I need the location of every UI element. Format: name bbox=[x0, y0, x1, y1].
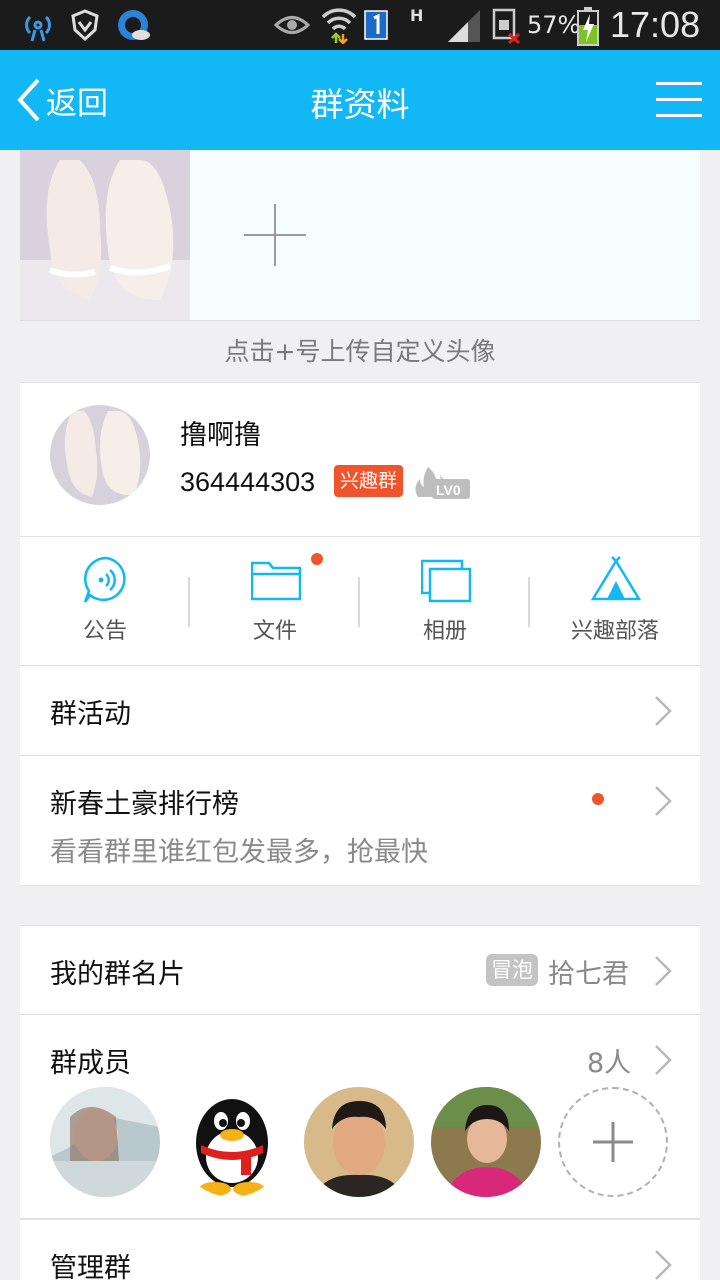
member-photo-woman bbox=[431, 1087, 541, 1197]
bubble-tag: 冒泡 bbox=[486, 954, 538, 986]
network-type-label: H bbox=[410, 6, 424, 25]
my-group-card-value: 拾七君 bbox=[548, 959, 629, 990]
level-label: LV0 bbox=[436, 482, 461, 498]
album-icon bbox=[421, 559, 471, 603]
member-avatar[interactable] bbox=[304, 1087, 414, 1197]
member-avatar[interactable] bbox=[431, 1087, 541, 1197]
member-photo-man bbox=[304, 1087, 414, 1197]
members-count: 8人 bbox=[587, 1048, 632, 1079]
shield-icon bbox=[71, 9, 99, 42]
manage-group-title: 管理群 bbox=[50, 1253, 131, 1280]
menu-line-icon bbox=[656, 114, 702, 117]
chevron-right-icon bbox=[655, 786, 672, 816]
folder-icon bbox=[251, 561, 301, 601]
ranking-notification-dot bbox=[592, 793, 604, 805]
group-activity-row[interactable]: 群活动 bbox=[20, 666, 700, 756]
add-photo-plus-icon[interactable] bbox=[244, 204, 306, 266]
clock-time: 17:08 bbox=[610, 4, 701, 45]
wifi-icon bbox=[321, 8, 357, 44]
my-group-card-title: 我的群名片 bbox=[50, 959, 185, 990]
chevron-right-icon bbox=[655, 956, 672, 986]
group-activity-title: 群活动 bbox=[50, 699, 131, 730]
files-notification-dot bbox=[311, 553, 323, 565]
ranking-subtitle: 看看群里谁红包发最多，抢最快 bbox=[50, 837, 428, 868]
album-label: 相册 bbox=[422, 619, 467, 644]
member-photo-girl bbox=[50, 1087, 160, 1197]
group-number: 364444303 bbox=[180, 467, 316, 497]
group-type-badge: 兴趣群 bbox=[334, 465, 404, 497]
album-button[interactable]: 相册 bbox=[360, 537, 530, 667]
announcement-button[interactable]: 公告 bbox=[20, 537, 190, 667]
announcement-icon bbox=[83, 556, 126, 603]
files-label: 文件 bbox=[252, 619, 297, 644]
group-info-card: 撸啊撸 364444303 兴趣群 LV0 bbox=[20, 382, 700, 536]
tribe-tent-icon bbox=[591, 556, 641, 601]
group-avatar[interactable] bbox=[50, 405, 150, 505]
signal-icon bbox=[448, 10, 480, 42]
plus-icon bbox=[593, 1122, 633, 1162]
quick-actions-row: 公告 文件 相册 兴趣部落 bbox=[20, 536, 700, 666]
avatar-strip bbox=[20, 150, 700, 320]
add-member-button[interactable] bbox=[558, 1087, 668, 1197]
sim-one-icon bbox=[364, 10, 388, 40]
menu-button[interactable] bbox=[656, 82, 702, 118]
chevron-right-icon bbox=[655, 696, 672, 726]
group-photo[interactable] bbox=[20, 150, 190, 320]
menu-line-icon bbox=[656, 98, 702, 101]
page-title: 群资料 bbox=[310, 85, 410, 124]
group-avatar-image bbox=[50, 405, 150, 505]
new-year-ranking-row[interactable]: 新春土豪排行榜 看看群里谁红包发最多，抢最快 bbox=[20, 756, 700, 886]
battery-percent: 57% bbox=[527, 11, 581, 39]
member-avatar[interactable] bbox=[50, 1087, 160, 1197]
group-photo-image bbox=[20, 150, 190, 320]
upload-hint: 点击+号上传自定义头像 bbox=[20, 320, 700, 382]
interest-tribe-button[interactable]: 兴趣部落 bbox=[530, 537, 700, 667]
status-bar: H 57% 17:08 bbox=[0, 0, 720, 50]
interest-tribe-label: 兴趣部落 bbox=[570, 619, 659, 644]
files-button[interactable]: 文件 bbox=[190, 537, 360, 667]
ranking-title: 新春土豪排行榜 bbox=[50, 789, 239, 820]
member-avatar[interactable] bbox=[177, 1087, 287, 1197]
group-name: 撸啊撸 bbox=[180, 420, 261, 451]
chevron-right-icon bbox=[655, 1045, 672, 1075]
nav-bar: 返回 群资料 bbox=[0, 50, 720, 150]
level-flame-badge: LV0 bbox=[415, 467, 470, 499]
manage-group-row[interactable]: 管理群 bbox=[20, 1219, 700, 1280]
battery-charging-icon bbox=[577, 7, 599, 46]
antenna-icon bbox=[25, 15, 51, 42]
browser-app-icon bbox=[118, 10, 150, 40]
chevron-right-icon bbox=[655, 1250, 672, 1280]
announcement-label: 公告 bbox=[82, 619, 127, 644]
menu-line-icon bbox=[656, 82, 702, 85]
group-members-title: 群成员 bbox=[50, 1048, 131, 1079]
eye-icon bbox=[274, 16, 310, 34]
member-penguin-avatar bbox=[177, 1087, 287, 1197]
sim-missing-icon bbox=[492, 8, 521, 44]
my-group-card-row[interactable]: 我的群名片 冒泡 拾七君 bbox=[20, 925, 700, 1015]
